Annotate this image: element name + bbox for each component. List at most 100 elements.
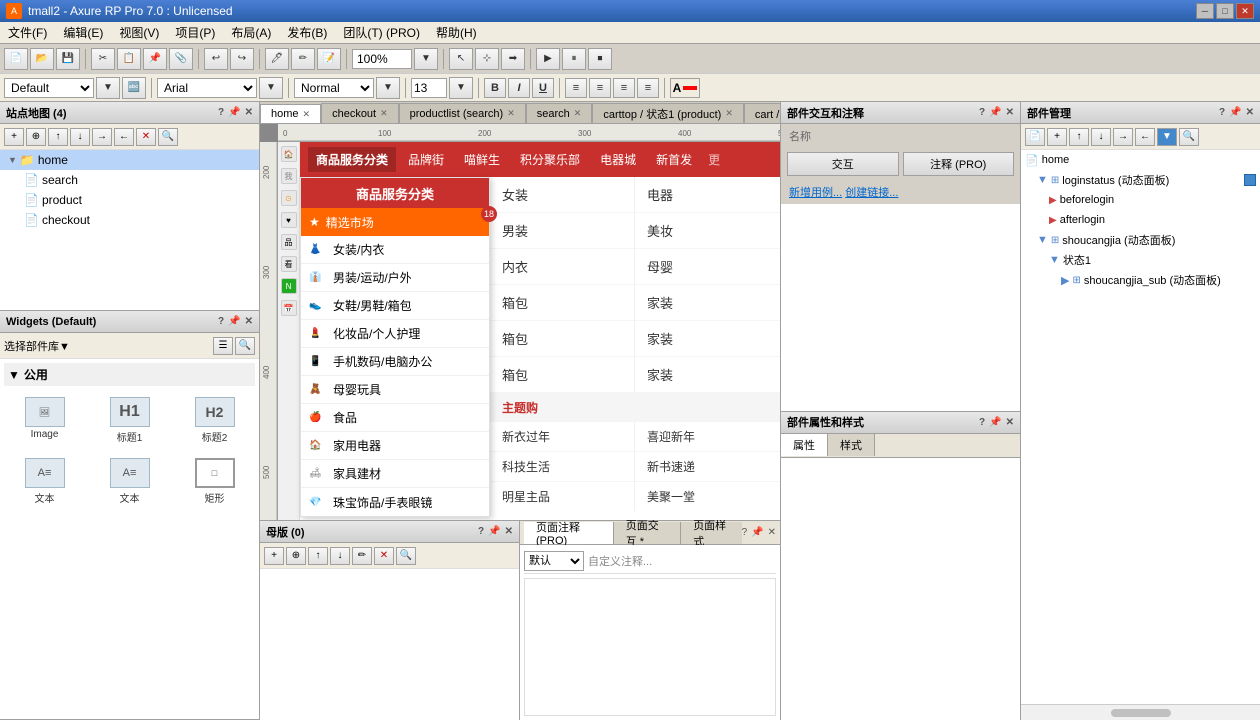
tree-item-checkout[interactable]: 📄 checkout <box>0 210 259 230</box>
redo-btn[interactable]: ↪ <box>230 48 254 70</box>
menu-womens[interactable]: 👗 女装/内衣 <box>301 236 489 264</box>
weight-selector[interactable]: Normal <box>294 78 374 98</box>
sitemap-pin-icon[interactable]: 📌 <box>228 107 240 118</box>
side-icon-cal[interactable]: 📅 <box>281 300 297 316</box>
create-link[interactable]: 创建链接... <box>845 187 898 199</box>
widgets-close-icon[interactable]: ✕ <box>245 316 253 327</box>
side-icon-brand[interactable]: 品 <box>281 234 297 250</box>
product-nei-yi[interactable]: 内衣 <box>490 249 635 284</box>
side-icon-fav[interactable]: ♥ <box>281 212 297 228</box>
add-example-link[interactable]: 新增用例... <box>789 187 842 199</box>
comp-item-sub[interactable]: ▶ ⊞ shoucangjia_sub (动态面板) <box>1021 270 1260 290</box>
ann-close-icon[interactable]: ✕ <box>768 527 776 538</box>
annotation-dropdown[interactable]: 默认 <box>524 551 584 571</box>
widget-image[interactable]: 🖼 Image <box>4 392 85 449</box>
menu-help[interactable]: 帮助(H) <box>428 22 485 43</box>
size-btn[interactable]: ▼ <box>449 77 473 99</box>
nav-item-new[interactable]: 新首发 <box>648 147 700 172</box>
tree-item-search[interactable]: 📄 search <box>0 170 259 190</box>
prop-tab-attr[interactable]: 属性 <box>781 434 828 456</box>
side-icon-new[interactable]: N <box>281 278 297 294</box>
comp-search-btn[interactable]: 🔍 <box>1179 128 1199 146</box>
tab-home[interactable]: home ✕ <box>260 104 321 124</box>
prop-pin-icon[interactable]: 📌 <box>989 417 1001 428</box>
underline-btn[interactable]: U <box>532 78 554 98</box>
product-mei-zhuang[interactable]: 美妆 <box>635 213 780 248</box>
weight-btn[interactable]: ▼ <box>376 77 400 99</box>
tab-search[interactable]: search ✕ <box>526 103 593 123</box>
widget-text2[interactable]: A≡ 文本 <box>89 453 170 510</box>
sitemap-indent-btn[interactable]: → <box>92 128 112 146</box>
format-btn[interactable]: 🖊 <box>265 48 289 70</box>
tab-search-close[interactable]: ✕ <box>574 108 582 119</box>
product-jia-zhuang2[interactable]: 家装 <box>635 321 780 356</box>
select-btn[interactable]: ⊹ <box>475 48 499 70</box>
sitemap-delete-btn[interactable]: ✕ <box>136 128 156 146</box>
master-edit-btn[interactable]: ✏ <box>352 547 372 565</box>
menu-file[interactable]: 文件(F) <box>0 22 55 43</box>
master-search-btn[interactable]: 🔍 <box>396 547 416 565</box>
paste-btn[interactable]: 📌 <box>143 48 167 70</box>
align-center-btn[interactable]: ≡ <box>589 78 611 98</box>
product-jia-zhuang3[interactable]: 家装 <box>635 357 780 392</box>
comp-help-icon[interactable]: ? <box>1219 107 1225 118</box>
master-delete-btn[interactable]: ✕ <box>374 547 394 565</box>
master-add-btn[interactable]: + <box>264 547 284 565</box>
comp-item-shoucangjia[interactable]: ▼ ⊞ shoucangjia (动态面板) <box>1021 230 1260 250</box>
align-left-btn[interactable]: ≡ <box>565 78 587 98</box>
product-xiang-bao3[interactable]: 箱包 <box>490 357 635 392</box>
master-down-btn[interactable]: ↓ <box>330 547 350 565</box>
side-icon-1[interactable]: 🏠 <box>281 146 297 162</box>
master-up-btn[interactable]: ↑ <box>308 547 328 565</box>
menu-baby[interactable]: 🧸 母婴玩具 <box>301 376 489 404</box>
widget-h2[interactable]: H2 标题2 <box>174 392 255 449</box>
product-mu-ying[interactable]: 母婴 <box>635 249 780 284</box>
preview-btn[interactable]: ▶ <box>536 48 560 70</box>
style-icon-btn[interactable]: 🔤 <box>122 77 146 99</box>
comp-btn3[interactable]: ↑ <box>1069 128 1089 146</box>
bottom-tab-style[interactable]: 页面样式 <box>681 522 741 544</box>
tree-item-home[interactable]: ▼ 📁 home <box>0 150 259 170</box>
annotation-textarea[interactable] <box>524 578 776 716</box>
comp-item-afterlogin[interactable]: ▶ afterlogin <box>1021 210 1260 230</box>
side-icon-asset[interactable]: ⊙ <box>281 190 297 206</box>
comp-btn5[interactable]: → <box>1113 128 1133 146</box>
master-add2-btn[interactable]: ⊕ <box>286 547 306 565</box>
ann-pin-icon[interactable]: 📌 <box>751 527 763 538</box>
side-icon-view[interactable]: 看 <box>281 256 297 272</box>
maximize-button[interactable]: □ <box>1216 3 1234 19</box>
nav-item-menu[interactable]: 商品服务分类 <box>308 147 396 172</box>
tab-home-close[interactable]: ✕ <box>303 109 311 120</box>
menu-featured[interactable]: ★ 精选市场 <box>301 208 489 236</box>
product-xiang-bao1[interactable]: 箱包 <box>490 285 635 320</box>
comp-close-icon[interactable]: ✕ <box>1246 107 1254 118</box>
sitemap-add-child-btn[interactable]: ⊕ <box>26 128 46 146</box>
sitemap-help-icon[interactable]: ? <box>218 107 224 118</box>
nav-item-electronics[interactable]: 电器城 <box>592 147 644 172</box>
side-icon-my[interactable]: 我 <box>281 168 297 184</box>
zoom-input[interactable] <box>352 49 412 69</box>
titlebar-controls[interactable]: ─ □ ✕ <box>1196 3 1254 19</box>
comp-btn1[interactable]: 📄 <box>1025 128 1045 146</box>
close-button[interactable]: ✕ <box>1236 3 1254 19</box>
prop-help-icon[interactable]: ? <box>979 417 985 428</box>
widget-text[interactable]: A≡ 文本 <box>4 453 85 510</box>
format2-btn[interactable]: ✏ <box>291 48 315 70</box>
widgets-pin-icon[interactable]: 📌 <box>228 316 240 327</box>
bold-btn[interactable]: B <box>484 78 506 98</box>
sitemap-close-icon[interactable]: ✕ <box>245 107 253 118</box>
font-selector[interactable]: Arial <box>157 78 257 98</box>
zoom-dropdown[interactable]: ▼ <box>414 48 438 70</box>
size-input[interactable] <box>411 78 447 98</box>
font-color-btn[interactable]: A <box>670 78 700 98</box>
connect-btn[interactable]: ➡ <box>501 48 525 70</box>
menu-edit[interactable]: 编辑(E) <box>55 22 111 43</box>
tree-item-product[interactable]: 📄 product <box>0 190 259 210</box>
comp-btn6[interactable]: ← <box>1135 128 1155 146</box>
bottom-tab-annotation[interactable]: 页面注释 (PRO) <box>524 522 614 544</box>
widget-h1[interactable]: H1 标题1 <box>89 392 170 449</box>
ann-help-icon[interactable]: ? <box>742 527 748 538</box>
comp-pin-icon[interactable]: 📌 <box>1229 107 1241 118</box>
comp-item-state1[interactable]: ▼ 状态1 <box>1021 250 1260 270</box>
menu-tech[interactable]: 📱 手机数码/电脑办公 <box>301 348 489 376</box>
